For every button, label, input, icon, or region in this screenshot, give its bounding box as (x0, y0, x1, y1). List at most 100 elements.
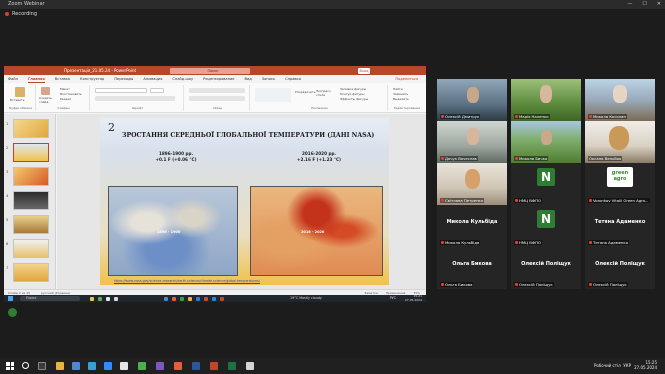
slide-thumb-1[interactable] (13, 119, 49, 138)
person-icon (465, 169, 480, 189)
font-size-box[interactable] (150, 88, 164, 93)
menu-insert[interactable]: Вставка (55, 75, 70, 83)
remote-search-box[interactable]: Поиск (20, 296, 80, 301)
remote-weather[interactable]: 19°C Mostly cloudy (290, 295, 322, 302)
remote-language[interactable]: РУС (390, 295, 396, 302)
remote-app-icon[interactable] (172, 296, 176, 301)
ppt-search-box[interactable]: Поиск (170, 67, 250, 74)
telegram-icon[interactable] (88, 362, 96, 370)
ppt-share-button[interactable]: Поделиться (395, 75, 418, 83)
participant-tile[interactable]: Микола Косолап (585, 79, 655, 121)
remote-app-icon[interactable] (114, 296, 118, 301)
remote-app-icon[interactable] (106, 296, 110, 301)
shape-outline-button[interactable]: Контур фигуры (340, 92, 364, 96)
reset-button[interactable]: Восстановить (60, 92, 82, 96)
desktop-toolbar[interactable]: Робочий стіл УКР (594, 363, 631, 368)
participant-tile[interactable]: Микола Бичко (511, 121, 581, 163)
menu-file[interactable]: Файл (8, 75, 18, 83)
edge-icon[interactable] (72, 362, 80, 370)
slide-thumb-4[interactable] (13, 191, 49, 210)
ppt-signin-button[interactable]: Вход (358, 67, 370, 74)
excel-icon[interactable] (228, 362, 236, 370)
menu-design[interactable]: Конструктор (80, 75, 104, 83)
participant-tile[interactable]: green agro Voronkov Vitalii Green Agro..… (585, 163, 655, 205)
word-icon[interactable] (192, 362, 200, 370)
app-icon[interactable] (174, 362, 182, 370)
section-button[interactable]: Раздел (60, 97, 71, 101)
nasa-source-link[interactable]: https://www.nasa.gov/science-research/ea… (114, 279, 260, 283)
menu-transitions[interactable]: Переходы (114, 75, 133, 83)
menu-animations[interactable]: Анимация (143, 75, 162, 83)
shape-fill-button[interactable]: Заливка фигуры (340, 87, 366, 91)
chrome-icon[interactable] (138, 362, 146, 370)
zoom-icon[interactable] (104, 362, 112, 370)
remote-app-icon[interactable] (98, 296, 102, 301)
remote-app-icon[interactable] (90, 296, 94, 301)
temperature-map-1896-1900: 1896 - 1900 (108, 186, 238, 276)
mic-muted-icon (515, 283, 518, 286)
app-icon[interactable] (246, 362, 254, 370)
arrange-button[interactable]: Упорядочить (295, 90, 315, 94)
ppt-search-label: Поиск (207, 68, 219, 73)
remote-app-icon[interactable] (196, 296, 200, 301)
slide-thumb-3[interactable] (13, 167, 49, 186)
maximize-button[interactable]: ☐ (642, 0, 646, 9)
win-clock[interactable]: 15:25 27.05.2024 (634, 360, 657, 370)
slide-thumb-7[interactable] (13, 263, 49, 282)
participant-tile[interactable]: N НМЦ ВФПО (511, 205, 581, 247)
create-slide-label: Создать слайд (39, 96, 52, 104)
task-view-icon[interactable] (38, 362, 46, 370)
search-icon[interactable] (22, 362, 29, 369)
select-button[interactable]: Выделить (393, 97, 409, 101)
participant-tile[interactable]: Світлана Петренко (437, 163, 507, 205)
file-explorer-icon[interactable] (56, 362, 64, 370)
active-speaker-tile[interactable]: Оксана Вельбая (585, 121, 655, 163)
quick-styles-button[interactable]: Экспресс-стили (316, 89, 334, 97)
alignment-buttons[interactable] (189, 96, 245, 101)
close-button[interactable]: ✕ (657, 0, 661, 9)
slide-thumb-5[interactable] (13, 215, 49, 234)
current-slide[interactable]: 2 ЗРОСТАННЯ СЕРЕДНЬОЇ ГЛОБАЛЬНОЇ ТЕМПЕРА… (100, 118, 389, 285)
replace-button[interactable]: Заменить (393, 92, 408, 96)
remote-app-icon[interactable] (188, 296, 192, 301)
shape-effects-button[interactable]: Эффекты фигуры (340, 97, 368, 101)
participant-tile[interactable]: Ольга Бикова Ольга Бикова (437, 247, 507, 289)
viber-icon[interactable] (156, 362, 164, 370)
participant-tile[interactable]: Микола Кульбіда Микола Кульбіда (437, 205, 507, 247)
remote-powerpoint-icon[interactable] (220, 296, 224, 301)
remote-app-icon[interactable] (204, 296, 208, 301)
menu-record[interactable]: Запись (262, 75, 275, 83)
shapes-gallery[interactable] (255, 88, 291, 102)
pencil-icon[interactable] (8, 308, 17, 317)
menu-review[interactable]: Рецензирование (203, 75, 234, 83)
app-icon[interactable] (120, 362, 128, 370)
powerpoint-icon[interactable] (210, 362, 218, 370)
participant-tile[interactable]: N НМЦ ВФПО (511, 163, 581, 205)
participant-tile[interactable]: Марія Налепко (511, 79, 581, 121)
menu-help[interactable]: Справка (285, 75, 301, 83)
new-slide-icon[interactable] (41, 87, 50, 95)
participant-tile[interactable]: Тетяна Адаменко Тетяна Адаменко (585, 205, 655, 247)
participant-tile[interactable]: Дячук Вячеслав (437, 121, 507, 163)
remote-app-icon[interactable] (212, 296, 216, 301)
menu-home[interactable]: Главная (27, 75, 45, 83)
slide-thumb-2[interactable] (13, 143, 49, 162)
participant-tile[interactable]: Олексій Поліщук Олексій Поліщук (511, 247, 581, 289)
participant-tile[interactable]: Олексій Поліщук Олексій Поліщук (585, 247, 655, 289)
find-button[interactable]: Найти (393, 87, 403, 91)
layout-button[interactable]: Макет (60, 87, 70, 91)
font-format-buttons[interactable] (95, 96, 175, 101)
menu-view[interactable]: Вид (245, 75, 252, 83)
recording-indicator[interactable]: Recording (0, 10, 665, 19)
paragraph-buttons[interactable] (189, 88, 245, 93)
participant-tile[interactable]: Олексій Дмитрук (437, 79, 507, 121)
menu-slideshow[interactable]: Слайд-шоу (172, 75, 193, 83)
windows-start-icon[interactable] (6, 362, 14, 370)
font-name-box[interactable] (95, 88, 147, 93)
remote-start-icon[interactable] (8, 296, 13, 301)
remote-app-icon[interactable] (164, 296, 168, 301)
minimize-button[interactable]: — (627, 0, 632, 9)
remote-app-icon[interactable] (180, 296, 184, 301)
slide-thumb-6[interactable] (13, 239, 49, 258)
paste-icon[interactable] (15, 87, 25, 97)
